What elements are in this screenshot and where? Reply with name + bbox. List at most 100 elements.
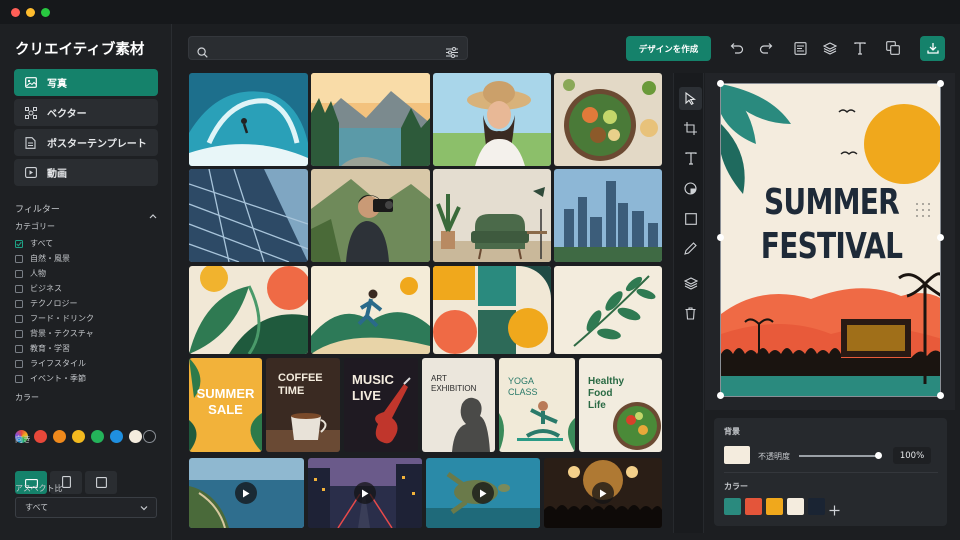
video-sea-turtle[interactable] [426,458,540,528]
poster-preview[interactable]: SUMMER FESTIVAL [720,83,941,397]
create-design-button[interactable]: デザインを作成 [626,36,711,61]
category-checkbox[interactable]: ビジネス [15,283,62,294]
color-swatch-blue[interactable] [110,430,123,443]
palette-swatch-cream[interactable] [787,498,804,515]
resize-handle[interactable] [937,392,944,399]
category-checkbox[interactable]: 教育・学習 [15,343,70,354]
layers-icon[interactable] [820,38,840,58]
add-color-icon[interactable] [829,501,840,520]
palette-swatch-orange[interactable] [766,498,783,515]
category-checkbox[interactable]: 自然・風景 [15,253,70,264]
play-icon [599,489,607,498]
color-swatch-cream[interactable] [129,430,142,443]
text-tool-icon[interactable] [679,147,702,170]
vector-branch[interactable] [554,266,662,354]
photo-wave-surfer[interactable] [189,73,308,166]
color-swatch-green[interactable] [91,430,104,443]
duplicate-icon[interactable] [883,38,903,58]
pen-icon[interactable] [679,237,702,260]
play-button[interactable] [354,482,376,504]
photo-salad-bowl[interactable] [554,73,662,166]
category-checkbox[interactable]: ライフスタイル [15,358,86,369]
nav-photos[interactable]: 写真 [14,69,158,96]
video-concert[interactable] [544,458,662,528]
color-swatch-orange[interactable] [53,430,66,443]
opacity-value[interactable]: 100% [893,447,931,464]
category-checkbox[interactable]: 人物 [15,268,46,279]
color-swatch-black[interactable] [143,430,156,443]
vector-runner[interactable] [311,266,430,354]
poster-healthy-food[interactable]: Healthy Food Life [579,358,662,452]
close-window-dot[interactable] [11,8,20,17]
layers-tool-icon[interactable] [679,272,702,295]
resize-handle[interactable] [717,392,724,399]
opacity-slider-track[interactable] [799,455,879,457]
opacity-slider-handle[interactable] [875,452,882,459]
category-checkbox[interactable]: フード・ドリンク [15,313,94,324]
nav-poster-templates[interactable]: ポスターテンプレート [14,129,158,156]
crop-icon[interactable] [679,117,702,140]
play-button[interactable] [592,482,614,504]
palette-swatch-teal[interactable] [724,498,741,515]
resize-handle[interactable] [937,80,944,87]
photo-city-skyline[interactable] [554,169,662,262]
palette-swatch-navy[interactable] [808,498,825,515]
redo-icon[interactable] [756,38,776,58]
category-checkbox[interactable]: 背景・テクスチャ [15,328,94,339]
color-swatch-red[interactable] [34,430,47,443]
poster-yoga-class[interactable]: YOGA CLASS [499,358,575,452]
download-button[interactable] [920,36,945,61]
opacity-label: 不透明度 [758,452,790,461]
nav-vectors[interactable]: ベクター [14,99,158,126]
nav-videos[interactable]: 動画 [14,159,158,186]
vector-leaves[interactable] [189,266,308,354]
checkbox-box [15,254,23,263]
poster-music-live[interactable]: MUSIC LIVE [344,358,418,452]
text-icon[interactable] [850,38,870,58]
nav-label: ポスターテンプレート [47,139,147,150]
photo-glass-building[interactable] [189,169,308,262]
video-city-night[interactable] [308,458,422,528]
play-icon [361,489,369,498]
color-swatch-yellow[interactable] [72,430,85,443]
category-checkbox[interactable]: イベント・季節 [15,373,86,384]
rectangle-icon[interactable] [679,207,702,230]
poster-art-exhibition[interactable]: ART EXHIBITION [422,358,495,452]
preview-title-line[interactable]: SUMMER [745,182,917,223]
aspect-select[interactable]: すべて [15,497,157,518]
trash-icon[interactable] [679,302,702,325]
vector-geometric[interactable] [433,266,551,354]
play-button[interactable] [472,482,494,504]
color-heading: カラー [724,482,748,491]
poster-summer-sale[interactable]: SUMMER SALE [189,358,262,452]
resize-handle[interactable] [717,80,724,87]
search-input[interactable] [188,36,468,60]
palette-swatch-red[interactable] [745,498,762,515]
background-color-swatch[interactable] [724,446,750,464]
preview-title-line[interactable]: FESTIVAL [745,226,917,267]
chevron-up-icon[interactable] [149,204,157,223]
maximize-window-dot[interactable] [41,8,50,17]
category-checkbox[interactable]: テクノロジー [15,298,78,309]
filter-sliders-icon[interactable] [446,43,458,62]
photo-interior-chair[interactable] [433,169,551,262]
nav-label: 写真 [47,79,67,90]
poster-coffee-time[interactable]: COFFEE TIME [266,358,340,452]
undo-icon[interactable] [727,38,747,58]
photo-photographer[interactable] [311,169,430,262]
align-icon[interactable] [790,38,810,58]
minimize-window-dot[interactable] [26,8,35,17]
nav-label: 動画 [47,169,67,180]
orientation-square-button[interactable] [85,471,117,494]
resize-handle[interactable] [937,234,944,241]
shape-icon[interactable] [679,177,702,200]
poster-title-line: LIVE [352,388,381,403]
check-icon [15,239,23,248]
resize-handle[interactable] [717,234,724,241]
video-coast[interactable] [189,458,304,528]
category-checkbox-all[interactable]: すべて [15,238,53,249]
pointer-icon[interactable] [679,87,702,110]
photo-smiling-woman-hat[interactable] [433,73,551,166]
play-button[interactable] [235,482,257,504]
photo-mountain-lake[interactable] [311,73,430,166]
